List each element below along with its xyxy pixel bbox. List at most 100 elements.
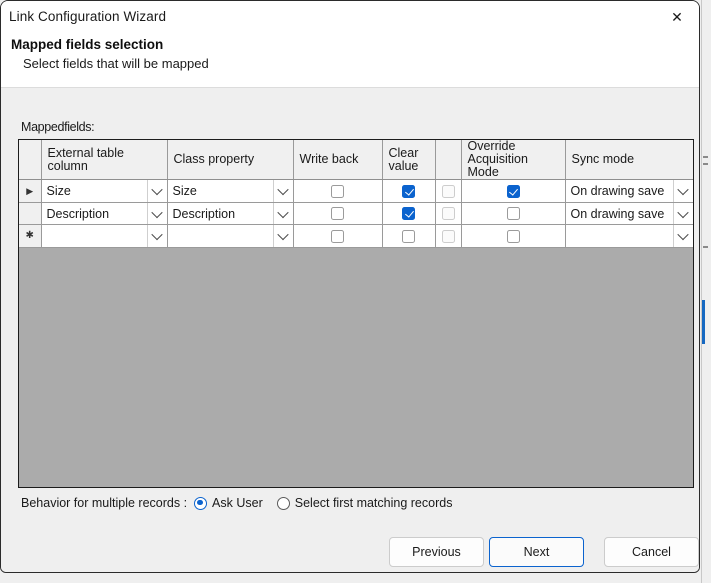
column-header-unnamed[interactable] <box>435 140 462 180</box>
override-acquisition-mode-checkbox-wrap <box>462 203 565 224</box>
sync-mode-combo[interactable] <box>565 225 693 247</box>
table-row[interactable]: Description Description On drawing save <box>19 202 693 225</box>
background-accent-bar <box>702 300 705 344</box>
column-header-clear-value[interactable]: Clear value <box>382 140 436 180</box>
chevron-down-icon[interactable] <box>146 180 167 202</box>
chevron-down-icon[interactable] <box>672 180 693 202</box>
table-body: ▶ Size Size On drawing save Description … <box>19 179 693 248</box>
link-configuration-wizard-dialog: Link Configuration Wizard ✕ Mapped field… <box>0 0 700 573</box>
radio-ask-user[interactable]: Ask User <box>194 496 263 510</box>
unnamed-checkbox[interactable] <box>441 184 455 198</box>
column-header-external-table-column[interactable]: External table column <box>41 140 168 180</box>
new-row-selector[interactable]: ✱ <box>19 224 42 248</box>
unnamed-checkbox-wrap <box>436 225 461 247</box>
chevron-down-icon[interactable] <box>672 225 693 247</box>
mapped-fields-label: Mappedfields: <box>21 120 95 134</box>
unnamed-checkbox-wrap <box>436 203 461 224</box>
cell-override-acquisition-mode[interactable] <box>461 224 566 248</box>
radio-ask-user-indicator[interactable] <box>194 496 208 510</box>
clear-value-checkbox-wrap <box>383 203 435 224</box>
write-back-checkbox-wrap <box>294 225 382 247</box>
cell-override-acquisition-mode[interactable] <box>461 202 566 225</box>
clear-value-checkbox-wrap <box>383 180 435 202</box>
clear-value-checkbox[interactable] <box>402 207 415 220</box>
cell-clear-value[interactable] <box>382 179 436 203</box>
cell-clear-value[interactable] <box>382 202 436 225</box>
background-window-edge <box>701 0 702 583</box>
cell-sync-mode[interactable] <box>565 224 693 248</box>
chevron-down-icon[interactable] <box>146 225 167 247</box>
sync-mode-value: On drawing save <box>570 184 665 198</box>
class-property-combo[interactable]: Size <box>167 180 293 202</box>
cell-sync-mode[interactable]: On drawing save <box>565 179 693 203</box>
cell-external-table-column[interactable]: Description <box>41 202 168 225</box>
table-row[interactable]: ▶ Size Size On drawing save <box>19 179 693 203</box>
clear-value-checkbox[interactable] <box>402 184 415 198</box>
class-property-combo[interactable] <box>167 225 293 247</box>
cancel-button[interactable]: Cancel <box>604 537 699 567</box>
override-acquisition-mode-checkbox[interactable] <box>506 229 520 243</box>
clear-value-line-2: value <box>388 158 419 173</box>
close-button[interactable]: ✕ <box>655 1 699 32</box>
previous-button[interactable]: Previous <box>389 537 484 567</box>
write-back-checkbox[interactable] <box>331 207 344 220</box>
column-header-override-acquisition-mode[interactable]: Override Acquisition Mode <box>461 140 566 180</box>
table-header-row: External table column Class property Wri… <box>19 140 693 180</box>
cell-sync-mode[interactable]: On drawing save <box>565 202 693 225</box>
radio-select-first-matching-records[interactable]: Select first matching records <box>276 496 452 510</box>
current-row-arrow-icon: ▶ <box>26 186 34 196</box>
chevron-down-icon[interactable] <box>272 203 293 224</box>
cell-override-acquisition-mode[interactable] <box>461 179 566 203</box>
background-tick-1 <box>703 156 708 158</box>
chevron-down-icon[interactable] <box>272 225 293 247</box>
write-back-checkbox[interactable] <box>331 184 344 198</box>
external-table-column-combo[interactable]: Description <box>41 203 167 224</box>
override-acquisition-mode-checkbox[interactable] <box>506 184 520 198</box>
cell-clear-value[interactable] <box>382 224 436 248</box>
class-property-combo[interactable]: Description <box>167 203 293 224</box>
row-selector[interactable] <box>19 202 42 225</box>
clear-value-checkbox[interactable] <box>402 229 415 243</box>
column-header-class-property[interactable]: Class property <box>167 140 294 180</box>
chevron-down-icon[interactable] <box>272 180 293 202</box>
sync-mode-combo[interactable]: On drawing save <box>565 180 693 202</box>
cell-unnamed[interactable] <box>435 202 462 225</box>
unnamed-checkbox[interactable] <box>441 229 455 243</box>
radio-select-first-matching-records-indicator[interactable] <box>276 496 290 510</box>
cell-write-back[interactable] <box>293 179 383 203</box>
background-tick-3 <box>703 246 708 248</box>
external-table-column-combo[interactable] <box>41 225 167 247</box>
mapped-fields-grid[interactable]: External table column Class property Wri… <box>18 139 694 488</box>
write-back-checkbox-wrap <box>294 203 382 224</box>
sync-mode-combo[interactable]: On drawing save <box>565 203 693 224</box>
table-row-new[interactable]: ✱ <box>19 224 693 248</box>
column-header-sync-mode[interactable]: Sync mode <box>565 140 693 180</box>
chevron-down-icon[interactable] <box>146 203 167 224</box>
mapped-fields-table: External table column Class property Wri… <box>19 140 693 248</box>
override-acquisition-mode-checkbox[interactable] <box>506 207 520 220</box>
cell-class-property[interactable] <box>167 224 294 248</box>
cell-unnamed[interactable] <box>435 224 462 248</box>
dialog-header: Link Configuration Wizard ✕ Mapped field… <box>1 1 699 87</box>
unnamed-checkbox[interactable] <box>441 207 455 220</box>
sync-mode-value: On drawing save <box>570 206 665 221</box>
cell-class-property[interactable]: Description <box>167 202 294 225</box>
cell-write-back[interactable] <box>293 202 383 225</box>
cell-write-back[interactable] <box>293 224 383 248</box>
chevron-down-icon[interactable] <box>672 203 693 224</box>
column-header-write-back[interactable]: Write back <box>293 140 383 180</box>
cell-external-table-column[interactable]: Size <box>41 179 168 203</box>
window-title: Link Configuration Wizard <box>9 9 167 24</box>
class-property-value: Description <box>172 206 236 221</box>
cell-external-table-column[interactable] <box>41 224 168 248</box>
write-back-checkbox[interactable] <box>331 229 344 243</box>
row-selector[interactable]: ▶ <box>19 179 42 203</box>
clear-value-checkbox-wrap <box>383 225 435 247</box>
next-button[interactable]: Next <box>489 537 584 567</box>
override-acquisition-mode-checkbox-wrap <box>462 180 565 202</box>
unnamed-checkbox-wrap <box>436 180 461 202</box>
cell-unnamed[interactable] <box>435 179 462 203</box>
override-line-2: Acquisition Mode <box>467 152 528 179</box>
external-table-column-combo[interactable]: Size <box>41 180 167 202</box>
cell-class-property[interactable]: Size <box>167 179 294 203</box>
